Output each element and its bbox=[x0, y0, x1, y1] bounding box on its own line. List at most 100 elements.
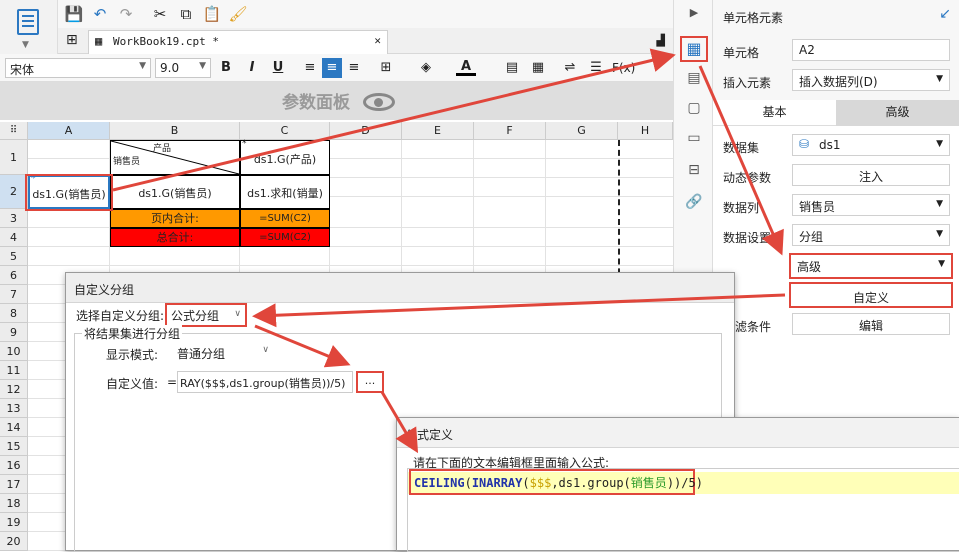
display-mode-select[interactable]: 普通分组 ∨ bbox=[173, 343, 273, 363]
row-header[interactable]: 16 bbox=[0, 456, 28, 475]
tab-advanced[interactable]: 高级 bbox=[836, 100, 959, 126]
redo-icon[interactable]: ↷ bbox=[116, 4, 136, 24]
condition-icon[interactable]: ⊟ bbox=[684, 162, 704, 182]
row-header[interactable]: 12 bbox=[0, 380, 28, 399]
underline-icon[interactable]: U bbox=[268, 58, 288, 78]
formula-text[interactable]: CEILING(INARRAY($$$,ds1.group(销售员))/5) bbox=[409, 469, 703, 495]
cut-icon[interactable]: ✂ bbox=[150, 4, 170, 24]
column-header[interactable]: B bbox=[110, 122, 240, 140]
cell-attribute-icon[interactable]: ▤ bbox=[684, 70, 704, 90]
column-header[interactable]: D bbox=[330, 122, 402, 140]
align-center-icon[interactable]: ≡ bbox=[322, 58, 342, 78]
formula-token: ,ds1.group( bbox=[551, 476, 631, 490]
row-header[interactable]: 11 bbox=[0, 361, 28, 380]
split-icon[interactable]: ▦ bbox=[528, 58, 548, 78]
cell-b4[interactable]: 总合计: bbox=[110, 228, 240, 247]
row-header[interactable]: 1 bbox=[0, 140, 28, 175]
chevron-right-icon[interactable]: ▶ bbox=[684, 6, 704, 26]
cell-b2[interactable]: ds1.G(销售员) bbox=[110, 175, 240, 209]
save-icon[interactable]: 💾 bbox=[64, 4, 84, 24]
font-family-select[interactable]: 宋体 ▼ bbox=[5, 58, 151, 78]
paste-icon[interactable]: 📋 bbox=[202, 4, 222, 24]
row-header[interactable]: 7 bbox=[0, 285, 28, 304]
data-setting-select[interactable]: 分组 ▼ bbox=[792, 224, 950, 246]
app-menu-button[interactable]: ▼ bbox=[0, 0, 58, 56]
row-header[interactable]: 13 bbox=[0, 399, 28, 418]
column-header[interactable]: C bbox=[240, 122, 330, 140]
font-color-icon[interactable]: A bbox=[456, 58, 476, 76]
group-mode-select[interactable]: 高级 ▼ bbox=[789, 253, 953, 279]
formula-token: INARRAY bbox=[471, 476, 523, 490]
row-header[interactable]: 3 bbox=[0, 209, 28, 228]
italic-icon[interactable]: I bbox=[242, 58, 262, 78]
cell-field[interactable]: A2 bbox=[792, 39, 950, 61]
chevron-down-icon: ▼ bbox=[936, 199, 943, 209]
align-left-icon[interactable]: ≡ bbox=[300, 58, 320, 78]
undo-icon[interactable]: ↶ bbox=[90, 4, 110, 24]
cell-label: 单元格 bbox=[723, 46, 760, 60]
cell-c1[interactable]: * ds1.G(产品) bbox=[240, 139, 330, 175]
wrap-icon[interactable]: ⇌ bbox=[560, 58, 580, 78]
cell-element-icon[interactable]: ▦ bbox=[680, 36, 708, 62]
cell-c3[interactable]: =SUM(C2) bbox=[240, 209, 330, 228]
grid-icon[interactable]: ⊞ bbox=[66, 32, 84, 50]
copy-icon[interactable]: ⧉ bbox=[176, 4, 196, 24]
line-spacing-icon[interactable]: ☰ bbox=[586, 58, 606, 78]
row-header[interactable]: 6 bbox=[0, 266, 28, 285]
cell-b1[interactable]: 产品 销售员 bbox=[110, 140, 240, 175]
restore-icon[interactable]: ▟ bbox=[657, 34, 665, 47]
formula-edit-button[interactable]: ... bbox=[356, 371, 384, 393]
close-icon[interactable]: ✕ bbox=[374, 34, 381, 47]
row-header[interactable]: 8 bbox=[0, 304, 28, 323]
group-type-select[interactable]: 公式分组 ∨ bbox=[165, 303, 247, 327]
row-header[interactable]: 19 bbox=[0, 513, 28, 532]
column-header[interactable]: G bbox=[546, 122, 618, 140]
hyperlink-icon[interactable]: 🔗 bbox=[684, 194, 704, 214]
custom-button[interactable]: 自定义 bbox=[789, 282, 953, 308]
font-size-value: 9.0 bbox=[160, 61, 180, 75]
parameter-panel[interactable]: 参数面板 bbox=[0, 82, 673, 120]
row-header[interactable]: 5 bbox=[0, 247, 28, 266]
fill-color-icon[interactable]: ◈ bbox=[416, 58, 436, 78]
tab-workbook[interactable]: ▦ WorkBook19.cpt * ✕ bbox=[88, 30, 388, 54]
row-header[interactable]: 4 bbox=[0, 228, 28, 247]
widget-frame-icon[interactable]: ▢ bbox=[684, 100, 704, 120]
cell-b2-text: ds1.G(销售员) bbox=[138, 187, 212, 200]
column-header[interactable]: H bbox=[618, 122, 673, 140]
column-header[interactable]: F bbox=[474, 122, 546, 140]
cell-b3[interactable]: 页内合计: bbox=[110, 209, 240, 228]
column-select[interactable]: 销售员 ▼ bbox=[792, 194, 950, 216]
chevron-down-icon: ▼ bbox=[199, 61, 206, 71]
dataset-select[interactable]: ⛁ ds1 ▼ bbox=[792, 134, 950, 156]
eye-icon[interactable] bbox=[363, 93, 395, 111]
select-all-corner[interactable]: ⠿ bbox=[0, 122, 28, 140]
column-header[interactable]: A bbox=[28, 122, 110, 140]
font-size-select[interactable]: 9.0 ▼ bbox=[155, 58, 211, 78]
insert-select[interactable]: 插入数据列(D) ▼ bbox=[792, 69, 950, 91]
cell-c2[interactable]: ds1.求和(销量) bbox=[240, 175, 330, 209]
bold-icon[interactable]: B bbox=[216, 58, 236, 78]
row-header[interactable]: 20 bbox=[0, 532, 28, 551]
inject-button[interactable]: 注入 bbox=[792, 164, 950, 186]
custom-value-input[interactable]: RAY($$$,ds1.group(销售员))/5) bbox=[177, 371, 353, 393]
row-header[interactable]: 2 bbox=[0, 175, 28, 209]
border-icon[interactable]: ⊞ bbox=[376, 58, 396, 78]
row-header[interactable]: 17 bbox=[0, 475, 28, 494]
row-header[interactable]: 18 bbox=[0, 494, 28, 513]
edit-filter-button[interactable]: 编辑 bbox=[792, 313, 950, 335]
merge-icon[interactable]: ▤ bbox=[502, 58, 522, 78]
row-header[interactable]: 9 bbox=[0, 323, 28, 342]
collapse-icon[interactable]: ↙ bbox=[939, 6, 951, 22]
widget-icon[interactable]: ▭ bbox=[684, 130, 704, 150]
row-header[interactable]: 14 bbox=[0, 418, 28, 437]
column-header[interactable]: E bbox=[402, 122, 474, 140]
formula-icon[interactable]: F(x) bbox=[612, 58, 635, 78]
tab-basic[interactable]: 基本 bbox=[713, 100, 836, 126]
custom-value-prefix: = bbox=[167, 375, 178, 389]
align-right-icon[interactable]: ≡ bbox=[344, 58, 364, 78]
format-brush-icon[interactable]: 🖌 bbox=[228, 4, 248, 24]
cell-c4[interactable]: =SUM(C2) bbox=[240, 228, 330, 247]
cell-b3-text: 页内合计: bbox=[151, 212, 199, 225]
row-header[interactable]: 10 bbox=[0, 342, 28, 361]
row-header[interactable]: 15 bbox=[0, 437, 28, 456]
